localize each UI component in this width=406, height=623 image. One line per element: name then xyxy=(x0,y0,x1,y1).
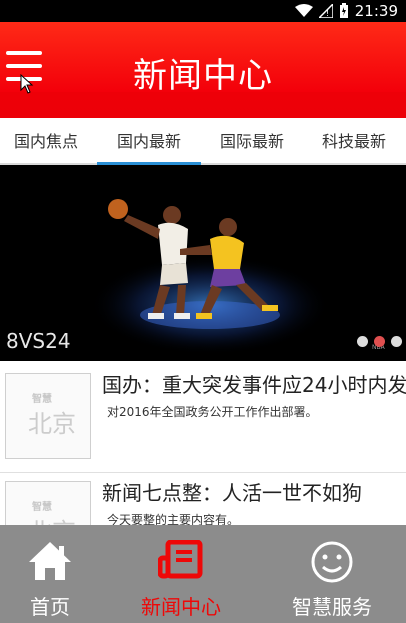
nav-label: 首页 xyxy=(30,595,70,619)
nav-smart-services[interactable]: 智慧服务 xyxy=(278,525,386,623)
banner-carousel[interactable]: NBA 8VS24 xyxy=(0,165,406,361)
home-icon xyxy=(29,542,71,580)
tab-label: 国际最新 xyxy=(219,132,284,151)
nav-news-center[interactable]: 新闻中心 xyxy=(128,525,234,623)
carousel-dots xyxy=(357,336,402,347)
status-time: 21:39 xyxy=(354,2,398,20)
thumb-logo-line1: 智慧 xyxy=(32,394,52,405)
banner-caption: 8VS24 xyxy=(6,329,71,353)
wifi-icon xyxy=(294,4,313,17)
nav-label: 智慧服务 xyxy=(292,595,372,619)
tab-international-latest[interactable]: 国际最新 xyxy=(206,118,298,165)
bottom-navigation: 首页 新闻中心 智慧服务 xyxy=(0,525,406,623)
tab-label: 国内最新 xyxy=(116,132,181,151)
news-list-item[interactable]: 智慧 北京 国办：重大突发事件应24小时内发布 对2016年全国政务公开工作作出… xyxy=(0,365,406,473)
status-icons: ! 21:39 xyxy=(294,2,398,20)
tab-bar: 国内焦点 国内最新 国际最新 科技最新 xyxy=(0,118,406,165)
smiley-icon xyxy=(311,541,353,583)
tab-domestic-latest[interactable]: 国内最新 xyxy=(97,118,201,165)
news-title: 新闻七点整：人活一世不如狗 xyxy=(102,481,362,505)
svg-text:!: ! xyxy=(326,9,329,18)
signal-icon: ! xyxy=(318,4,333,18)
status-bar: ! 21:39 xyxy=(0,0,406,22)
newspaper-icon xyxy=(158,540,203,579)
tab-domestic-focus[interactable]: 国内焦点 xyxy=(0,118,92,165)
nav-home[interactable]: 首页 xyxy=(0,525,100,623)
thumb-logo-line1: 智慧 xyxy=(32,502,52,513)
tab-label: 国内焦点 xyxy=(13,132,78,151)
nav-label: 新闻中心 xyxy=(141,595,221,619)
thumb-logo-line2: 北京 xyxy=(28,410,76,438)
carousel-dot[interactable] xyxy=(391,336,402,347)
carousel-dot[interactable] xyxy=(357,336,368,347)
news-thumbnail: 智慧 北京 xyxy=(5,373,91,459)
page-title: 新闻中心 xyxy=(133,56,273,96)
news-title: 国办：重大突发事件应24小时内发布 xyxy=(102,373,406,397)
title-bar: 新闻中心 xyxy=(0,22,406,118)
battery-icon xyxy=(339,3,348,18)
tab-label: 科技最新 xyxy=(321,132,386,151)
carousel-dot-active[interactable] xyxy=(374,336,385,347)
tab-tech-latest[interactable]: 科技最新 xyxy=(308,118,400,165)
news-summary: 对2016年全国政务公开工作作出部署。 xyxy=(107,405,318,419)
